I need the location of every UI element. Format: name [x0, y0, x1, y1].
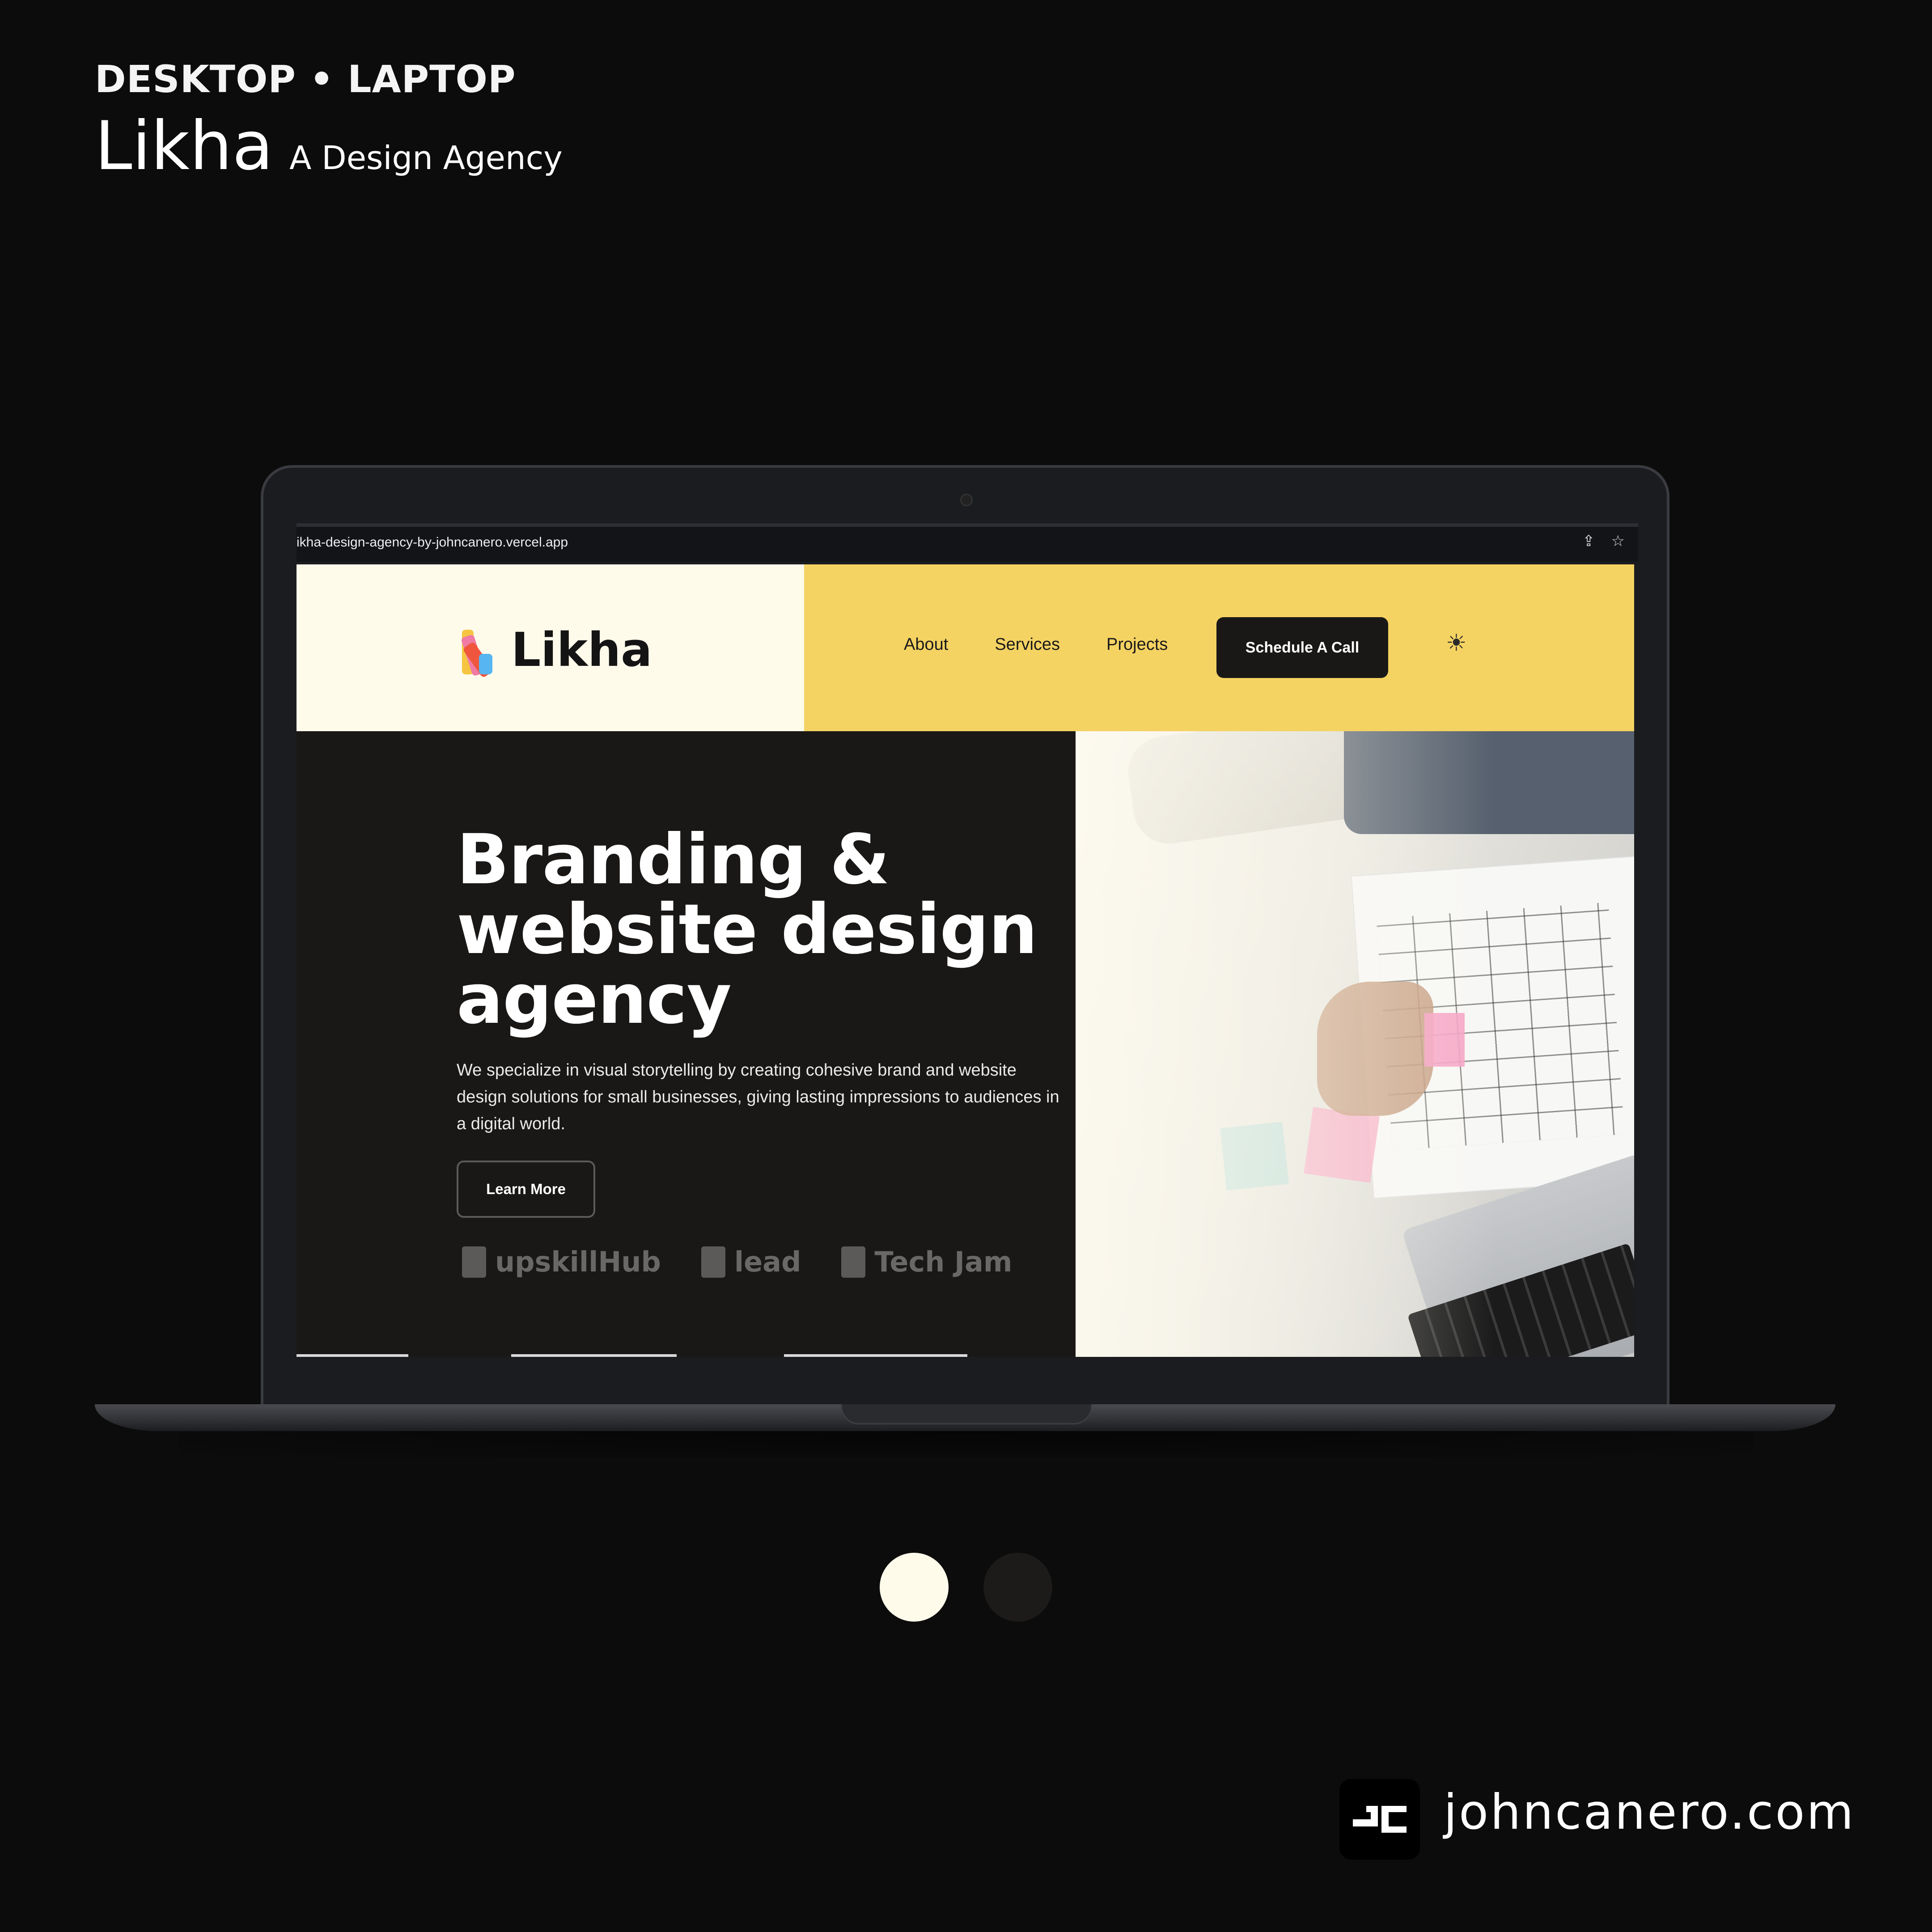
hero-description: We specialize in visual storytelling by … [457, 1061, 1059, 1133]
laptop-shadow [179, 1431, 1753, 1458]
page-kicker: DESKTOP • LAPTOP [95, 57, 516, 101]
theme-toggle-sun-icon[interactable]: ☀ [1446, 630, 1467, 657]
page-title-row: Likha A Design Agency [95, 107, 563, 185]
partner-name: Tech Jam [874, 1246, 1013, 1278]
slide-dot-2[interactable] [983, 1553, 1052, 1622]
browser-address-bar[interactable]: ikha-design-agency-by-johncanero.vercel.… [297, 523, 1638, 562]
schedule-call-button[interactable]: Schedule A Call [1216, 617, 1388, 678]
lead-icon [701, 1246, 725, 1278]
jc-brand-logo[interactable] [1339, 1779, 1420, 1860]
laptop-notch [841, 1404, 1092, 1424]
hero-carousel-progress [297, 1354, 1076, 1357]
techjam-icon [841, 1246, 866, 1278]
url-text[interactable]: ikha-design-agency-by-johncanero.vercel.… [297, 535, 568, 550]
nav-about[interactable]: About [904, 635, 948, 654]
camera-icon [960, 494, 973, 506]
nav-logo-panel: Likha [297, 564, 804, 731]
website-screen: Likha About Services Projects Schedule A… [297, 564, 1634, 1357]
slide-dot-1-active[interactable] [880, 1553, 949, 1622]
partner-logos: upskillHub lead Tech Jam [462, 1246, 1012, 1278]
browser-actions: ⇪ ☆ [1582, 532, 1625, 550]
share-icon[interactable]: ⇪ [1582, 532, 1595, 550]
partner-techjam: Tech Jam [841, 1246, 1012, 1278]
site-logo-text: Likha [511, 623, 652, 677]
partner-lead: lead [701, 1246, 801, 1278]
partner-name: lead [734, 1246, 801, 1278]
hero-section: Branding & website design agency We spec… [297, 731, 1076, 1357]
brand-url[interactable]: johncanero.com [1444, 1784, 1856, 1840]
page-subtitle: A Design Agency [289, 139, 563, 177]
nav-services[interactable]: Services [995, 635, 1060, 654]
hero-photo-wireframe-sketching [1076, 731, 1634, 1357]
nav-menu-panel: About Services Projects Schedule A Call … [804, 564, 1634, 731]
page-title: Likha [95, 107, 274, 185]
palette-logo-icon [460, 625, 503, 678]
nav-links: About Services Projects [904, 635, 1168, 654]
star-icon[interactable]: ☆ [1611, 532, 1625, 550]
site-logo[interactable]: Likha [460, 623, 652, 678]
partner-upskillhub: upskillHub [462, 1246, 661, 1278]
hero-heading: Branding & website design agency [457, 820, 1038, 1039]
partner-name: upskillHub [495, 1246, 661, 1278]
upskillhub-icon [462, 1246, 486, 1278]
learn-more-button[interactable]: Learn More [457, 1161, 595, 1218]
nav-projects[interactable]: Projects [1106, 635, 1168, 654]
jc-monogram-icon [1353, 1806, 1407, 1833]
